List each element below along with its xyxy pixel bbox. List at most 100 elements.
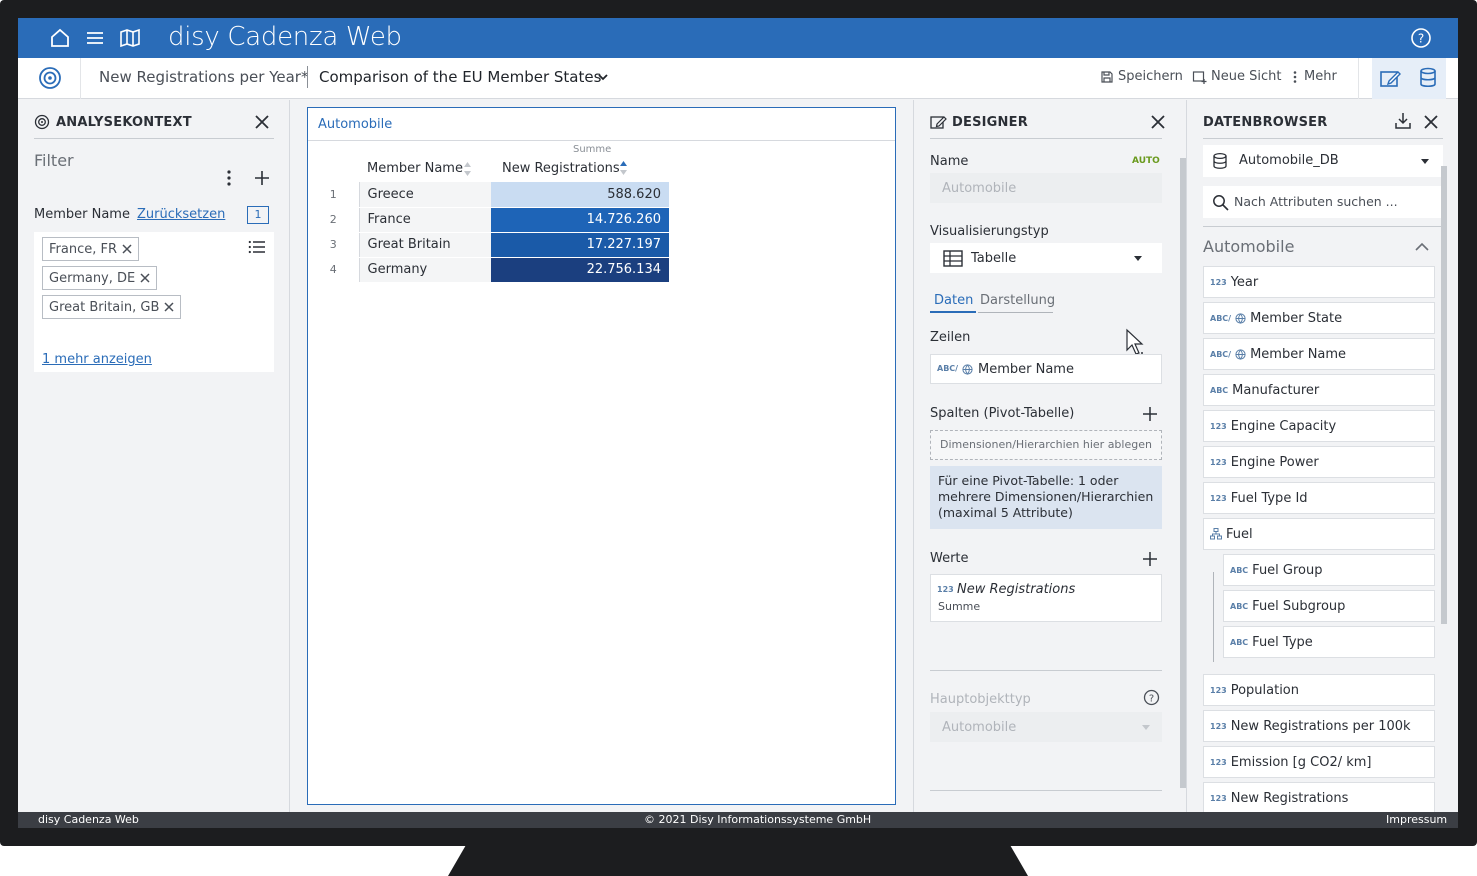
chip-label: France, FR xyxy=(49,241,118,257)
filter-chip[interactable]: France, FR xyxy=(42,237,140,261)
attribute-item[interactable]: ABC Fuel Subgroup xyxy=(1223,590,1435,622)
help-icon[interactable]: ? xyxy=(1410,27,1432,49)
show-more-link[interactable]: 1 mehr anzeigen xyxy=(42,352,152,367)
attribute-item[interactable]: ABC/Member Name xyxy=(1203,338,1435,370)
attribute-type-badge: ABC xyxy=(1210,385,1229,395)
column-header-member-name[interactable]: Member Name xyxy=(367,161,463,176)
attribute-item[interactable]: 123 Fuel Type Id xyxy=(1203,482,1435,514)
divider xyxy=(930,670,1162,671)
designer-edit-icon xyxy=(1380,71,1401,87)
panel-title: DESIGNER xyxy=(952,115,1028,130)
filter-chip[interactable]: Great Britain, GB xyxy=(42,295,182,319)
attribute-label: Manufacturer xyxy=(1232,382,1320,398)
chevron-down-icon[interactable] xyxy=(596,70,610,84)
database-select[interactable]: Automobile_DB xyxy=(1203,145,1443,177)
cell-new-registrations[interactable]: 14.726.260 xyxy=(491,207,669,233)
import-icon[interactable] xyxy=(1394,112,1412,130)
databrowser-scrollbar[interactable] xyxy=(1441,166,1447,624)
add-icon[interactable] xyxy=(1142,406,1158,422)
rows-item[interactable]: ABC/ Member Name xyxy=(930,354,1162,384)
attribute-label: Year xyxy=(1230,274,1259,290)
cell-new-registrations[interactable]: 588.620 xyxy=(491,182,669,208)
caret-down-icon xyxy=(1134,256,1142,261)
save-button[interactable]: Speichern xyxy=(1100,69,1183,84)
impressum-link[interactable]: Impressum xyxy=(1386,813,1447,826)
more-label: Mehr xyxy=(1304,69,1337,84)
close-icon[interactable] xyxy=(122,244,132,254)
attribute-item[interactable]: ABC Fuel Group xyxy=(1223,554,1435,586)
cell-member-name[interactable]: Germany xyxy=(359,257,491,283)
new-view-button[interactable]: Neue Sicht xyxy=(1192,69,1281,84)
cell-member-name[interactable]: Great Britain xyxy=(359,232,491,258)
map-icon[interactable] xyxy=(119,27,141,49)
columns-drop-zone[interactable]: Dimensionen/Hierarchien hier ablegen xyxy=(930,430,1162,460)
attribute-item[interactable]: ABC/Member State xyxy=(1203,302,1435,334)
attribute-item[interactable]: ABC Manufacturer xyxy=(1203,374,1435,406)
databrowser-toggle-button[interactable] xyxy=(1409,58,1446,99)
filter-input[interactable]: Filter xyxy=(34,151,74,170)
close-icon[interactable] xyxy=(140,273,150,283)
breadcrumb-sheet[interactable]: Comparison of the EU Member States xyxy=(319,68,601,86)
footer-app-name: disy Cadenza Web xyxy=(38,813,139,826)
cell-member-name[interactable]: Greece xyxy=(359,182,491,208)
attribute-item[interactable]: 123 Engine Capacity xyxy=(1203,410,1435,442)
close-icon[interactable] xyxy=(164,302,174,312)
main-object-type-value: Automobile xyxy=(942,720,1017,735)
auto-badge[interactable]: AUTO xyxy=(1132,156,1160,166)
data-browser-panel: DATENBROWSER Automobile_DB Nach Attribut… xyxy=(1186,100,1458,814)
menu-icon[interactable] xyxy=(84,27,106,49)
sort-ascending-icon[interactable] xyxy=(619,160,628,176)
tab-display[interactable]: Darstellung xyxy=(980,293,1055,308)
attribute-type-badge: 123 xyxy=(1210,277,1227,287)
designer-toggle-button[interactable] xyxy=(1372,58,1409,99)
table-row[interactable]: 1 Greece 588.620 xyxy=(308,182,669,208)
visualization-type-select[interactable]: Tabelle xyxy=(930,243,1162,273)
view-header: Automobile xyxy=(308,108,895,141)
table-row[interactable]: 4 Germany 22.756.134 xyxy=(308,257,669,283)
panel-title: DATENBROWSER xyxy=(1203,115,1328,130)
chip-label: Germany, DE xyxy=(49,270,136,286)
name-input[interactable]: Automobile xyxy=(930,173,1162,203)
attribute-item[interactable]: 123 Emission [g CO2/ km] xyxy=(1203,746,1435,778)
list-icon[interactable] xyxy=(248,239,266,255)
attribute-item[interactable]: 123 Year xyxy=(1203,266,1435,298)
close-icon[interactable] xyxy=(254,114,270,130)
close-icon[interactable] xyxy=(1423,114,1439,130)
object-type-group[interactable]: Automobile xyxy=(1203,237,1294,256)
table-view[interactable]: Automobile Summe Member Name New Registr… xyxy=(307,107,896,805)
home-icon[interactable] xyxy=(49,27,71,49)
breadcrumb-view[interactable]: New Registrations per Year* xyxy=(99,68,308,86)
close-icon[interactable] xyxy=(1150,114,1166,130)
cell-new-registrations[interactable]: 22.756.134 xyxy=(491,257,669,283)
breadcrumb-divider xyxy=(307,66,308,88)
filter-values-card: France, FR Germany, DE Great Britain, GB… xyxy=(34,232,274,372)
attribute-item[interactable]: Fuel xyxy=(1203,518,1435,550)
footer-copyright: © 2021 Disy Informationssysteme GmbH xyxy=(644,813,872,826)
attribute-item[interactable]: 123 New Registrations per 100k xyxy=(1203,710,1435,742)
attribute-item[interactable]: 123 Population xyxy=(1203,674,1435,706)
more-button[interactable]: Mehr xyxy=(1290,69,1337,84)
values-item[interactable]: 123 New Registrations Summe xyxy=(930,574,1162,622)
attribute-search-placeholder: Nach Attributen suchen ... xyxy=(1234,194,1398,209)
table-row[interactable]: 3 Great Britain 17.227.197 xyxy=(308,232,669,258)
globe-icon xyxy=(1235,348,1246,360)
attribute-item[interactable]: 123 Engine Power xyxy=(1203,446,1435,478)
attribute-search-input[interactable]: Nach Attributen suchen ... xyxy=(1203,186,1443,218)
chevron-up-icon[interactable] xyxy=(1415,242,1429,252)
table-row[interactable]: 2 France 14.726.260 xyxy=(308,207,669,233)
attribute-item[interactable]: 123 New Registrations xyxy=(1203,782,1435,814)
column-header-new-registrations[interactable]: New Registrations xyxy=(502,161,620,176)
more-vertical-icon[interactable] xyxy=(224,169,234,187)
cell-new-registrations[interactable]: 17.227.197 xyxy=(491,232,669,258)
add-icon[interactable] xyxy=(1142,551,1158,567)
tab-data[interactable]: Daten xyxy=(934,293,973,308)
cell-member-name[interactable]: France xyxy=(359,207,491,233)
add-icon[interactable] xyxy=(254,170,270,186)
filter-chip[interactable]: Germany, DE xyxy=(42,266,158,290)
reset-link[interactable]: Zurücksetzen xyxy=(137,207,225,222)
help-icon[interactable]: ? xyxy=(1143,689,1160,706)
target-icon[interactable] xyxy=(36,65,64,91)
divider xyxy=(930,790,1162,791)
attribute-item[interactable]: ABC Fuel Type xyxy=(1223,626,1435,658)
sort-icon[interactable] xyxy=(463,161,472,177)
